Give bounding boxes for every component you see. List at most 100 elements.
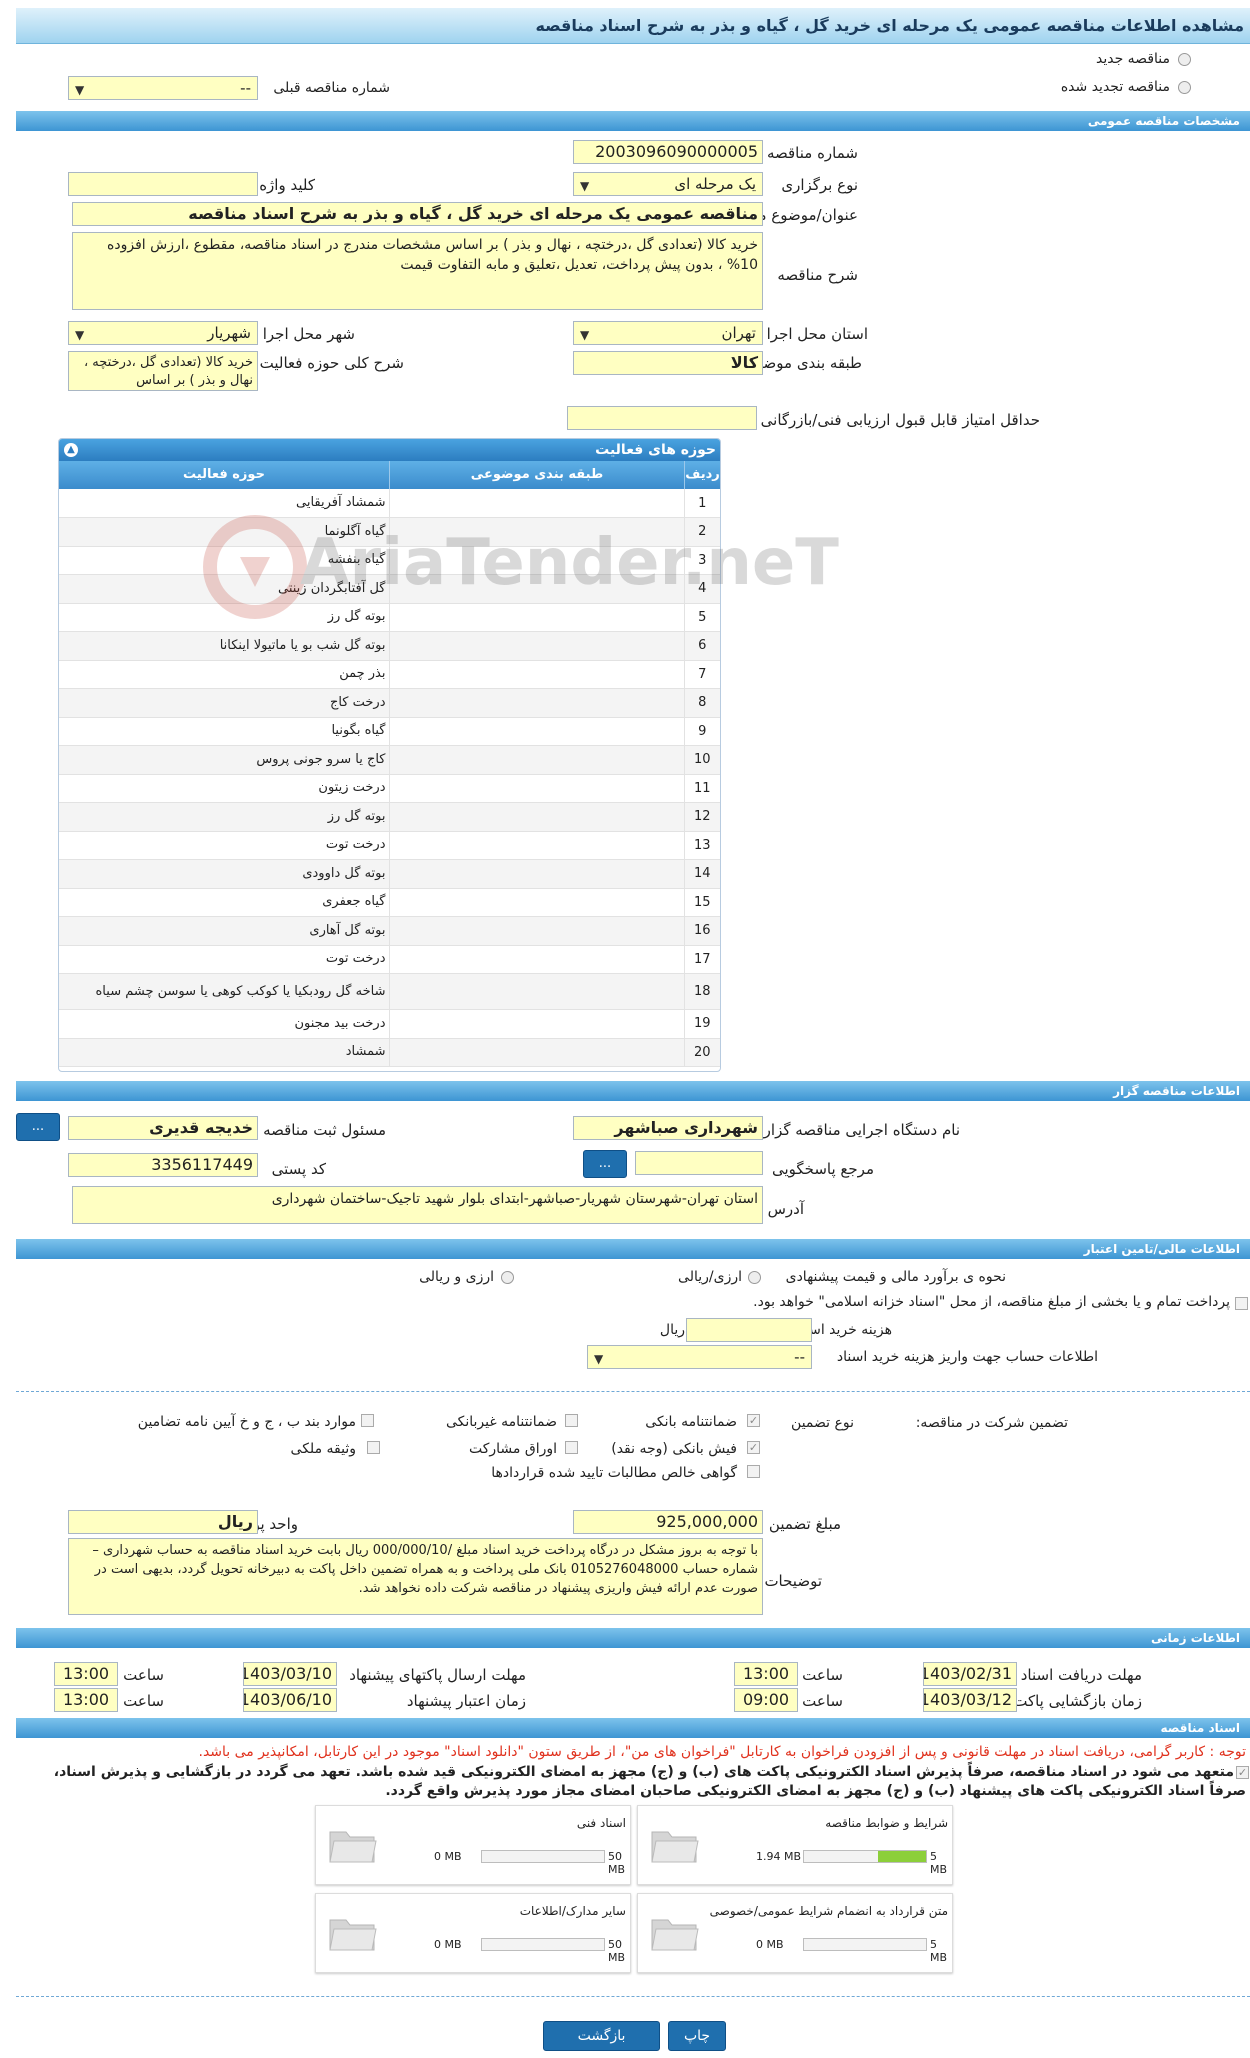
table-row[interactable]: 9 گیاه بگونیا <box>59 717 720 746</box>
row-field: شمشاد آفریقایی <box>59 489 389 518</box>
doc-tile[interactable]: سایر مدارک/اطلاعات 0 MB 50 MB <box>315 1893 631 1973</box>
row-field: گیاه جعفری <box>59 888 389 917</box>
commit-line-1: متعهد می شود در اسناد مناقصه، صرفاً پذیر… <box>53 1764 1234 1780</box>
new-tender-radio[interactable] <box>1178 53 1191 66</box>
table-row[interactable]: 16 بوته گل آهاری <box>59 916 720 946</box>
ref-more-button[interactable]: ... <box>583 1150 627 1178</box>
open-time-field: 09:00 <box>734 1688 798 1712</box>
treasury-checkbox[interactable] <box>1235 1297 1248 1310</box>
print-button[interactable]: چاپ <box>668 2021 726 2051</box>
doc-tile-title: اسناد فنی <box>576 1816 626 1830</box>
table-row[interactable]: 11 درخت زیتون <box>59 774 720 803</box>
folder-icon <box>326 1822 378 1866</box>
nonbank-guarantee-checkbox[interactable] <box>565 1414 578 1427</box>
row-category <box>388 831 684 860</box>
row-number: 10 <box>683 745 720 775</box>
row-category <box>388 916 684 946</box>
province-select[interactable]: تهران ▼ <box>573 321 763 345</box>
row-number: 17 <box>683 945 720 974</box>
row-field: درخت بید مجنون <box>59 1009 389 1039</box>
row-number: 9 <box>683 717 720 746</box>
prev-tender-select[interactable]: -- ▼ <box>68 76 258 100</box>
doc-tile[interactable]: اسناد فنی 0 MB 50 MB <box>315 1805 631 1885</box>
row-category <box>388 888 684 917</box>
table-row[interactable]: 7 بذر چمن <box>59 660 720 689</box>
method-opt2-radio[interactable] <box>501 1271 514 1284</box>
method-opt1-label: ارزی/ریالی <box>678 1269 742 1285</box>
row-category <box>388 1038 684 1067</box>
doc-cost-field <box>686 1318 812 1342</box>
back-button[interactable]: بازگشت <box>543 2021 660 2051</box>
doc-deadline-label: مهلت دریافت اسناد <box>1020 1666 1142 1684</box>
open-time-label: ساعت <box>802 1692 843 1710</box>
claims-checkbox[interactable] <box>747 1465 760 1478</box>
category-field: کالا <box>573 351 763 375</box>
table-row[interactable]: 17 درخت توت <box>59 945 720 974</box>
table-row[interactable]: 5 بوته گل رز <box>59 603 720 632</box>
table-row[interactable]: 8 درخت کاج <box>59 688 720 718</box>
city-select[interactable]: شهریار ▼ <box>68 321 258 345</box>
holding-select[interactable]: یک مرحله ای ▼ <box>573 172 763 196</box>
renewed-tender-radio[interactable] <box>1178 81 1191 94</box>
table-row[interactable]: 12 بوته گل رز <box>59 802 720 832</box>
row-category <box>388 745 684 775</box>
account-label: اطلاعات حساب جهت واریز هزینه خرید اسناد <box>836 1349 1098 1365</box>
row-field: شاخه گل رودبکیا یا کوکب کوهی یا سوسن چشم… <box>59 973 389 1010</box>
row-number: 1 <box>683 489 720 518</box>
tender-number-field: 2003096090000005 <box>573 140 763 164</box>
chevron-down-icon: ▼ <box>594 1352 604 1366</box>
property-checkbox[interactable] <box>367 1441 380 1454</box>
doc-tile-progress <box>481 1850 605 1863</box>
table-row[interactable]: 6 بوته گل شب بو یا ماتیولا اینکانا <box>59 631 720 661</box>
guarantee-label: تضمین شرکت در مناقصه: <box>915 1415 1068 1431</box>
row-category <box>388 717 684 746</box>
col-category[interactable]: طبقه بندی موضوعی <box>389 461 684 489</box>
row-number: 11 <box>683 774 720 803</box>
docs-section-bar: اسناد مناقصه <box>16 1718 1250 1738</box>
valid-date-field: 1403/06/10 <box>243 1688 337 1712</box>
col-row[interactable]: ردیف <box>684 461 720 489</box>
method-opt1-radio[interactable] <box>748 1271 761 1284</box>
row-number: 14 <box>683 859 720 889</box>
doc-tile-max: 5 MB <box>930 1938 948 1964</box>
items-bjk-checkbox[interactable] <box>361 1414 374 1427</box>
keyword-field[interactable] <box>68 172 258 196</box>
table-row[interactable]: 10 کاج یا سرو جونی پروس <box>59 745 720 775</box>
col-field[interactable]: حوزه فعالیت <box>59 461 389 489</box>
row-category <box>388 859 684 889</box>
notes-field: با توجه به بروز مشکل در درگاه پرداخت خری… <box>68 1538 763 1615</box>
row-category <box>388 631 684 661</box>
table-row[interactable]: 13 درخت توت <box>59 831 720 860</box>
table-row[interactable]: 15 گیاه جعفری <box>59 888 720 917</box>
doc-tile[interactable]: متن قرارداد به انضمام شرایط عمومی/خصوصی 0… <box>637 1893 953 1973</box>
row-number: 4 <box>683 574 720 604</box>
doc-tile[interactable]: شرایط و ضوابط مناقصه 1.94 MB 5 MB <box>637 1805 953 1885</box>
account-select[interactable]: -- ▼ <box>587 1345 812 1369</box>
folder-icon <box>648 1822 700 1866</box>
collapse-icon[interactable]: ▲ <box>64 443 78 457</box>
table-row[interactable]: 20 شمشاد <box>59 1038 720 1067</box>
table-row[interactable]: 2 گیاه آگلونما <box>59 517 720 547</box>
doc-tile-used: 0 MB <box>756 1938 784 1951</box>
table-row[interactable]: 4 گل آفتابگردان زینتی <box>59 574 720 604</box>
row-number: 16 <box>683 916 720 946</box>
table-row[interactable]: 1 شمشاد آفریقایی <box>59 489 720 518</box>
table-row[interactable]: 3 گیاه بنفشه <box>59 546 720 575</box>
table-row[interactable]: 14 بوته گل داوودی <box>59 859 720 889</box>
activity-desc-label: شرح کلی حوزه فعالیت <box>259 354 404 372</box>
table-row[interactable]: 19 درخت بید مجنون <box>59 1009 720 1039</box>
commit-checkbox[interactable]: ✓ <box>1236 1766 1249 1779</box>
responsible-more-button[interactable]: ... <box>16 1113 60 1141</box>
row-field: درخت زیتون <box>59 774 389 803</box>
bank-receipt-checkbox[interactable]: ✓ <box>747 1441 760 1454</box>
send-time-label: ساعت <box>123 1666 164 1684</box>
bank-guarantee-checkbox[interactable]: ✓ <box>747 1414 760 1427</box>
table-row[interactable]: 18 شاخه گل رودبکیا یا کوکب کوهی یا سوسن چ… <box>59 973 720 1010</box>
row-number: 12 <box>683 802 720 832</box>
subject-field: مناقصه عمومی یک مرحله ای خرید گل ، گیاه … <box>72 202 763 226</box>
row-category <box>388 517 684 547</box>
general-section-bar: مشخصات مناقصه عمومی <box>16 111 1250 131</box>
bonds-checkbox[interactable] <box>565 1441 578 1454</box>
keyword-label: کلید واژه <box>259 176 315 194</box>
activities-table: 1 شمشاد آفریقایی 2 گیاه آگلونما 3 گیاه بنفشه 4… <box>59 489 720 1067</box>
